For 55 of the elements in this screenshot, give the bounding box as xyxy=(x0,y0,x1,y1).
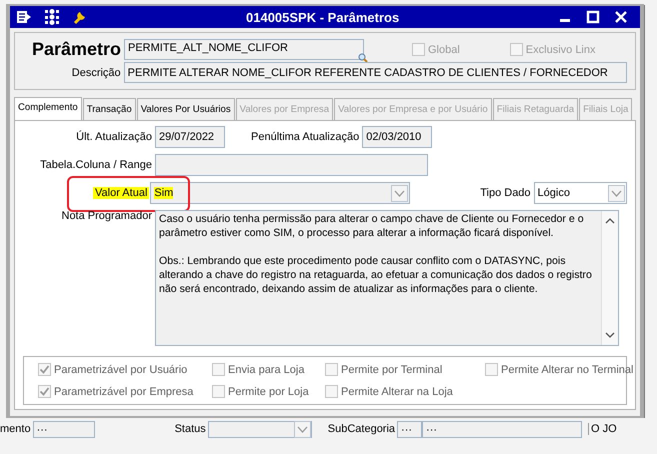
field-label: Penúltima Atualização xyxy=(251,131,360,143)
memo-field[interactable] xyxy=(155,210,619,346)
magnifier-icon[interactable] xyxy=(358,53,368,63)
checkbox[interactable] xyxy=(212,385,225,398)
list-arrow-icon[interactable] xyxy=(16,9,32,25)
dropdown[interactable]: Sim xyxy=(150,182,410,204)
paragraph: Caso o usuário tenha permissão para alterar o campo chave de Cliente ou Fornecedor e o parâmetro estiver como SIM, o processo para alterar a informação ficará disponível. xyxy=(159,212,585,240)
close-icon[interactable] xyxy=(614,10,628,24)
tab[interactable]: Complemento xyxy=(14,97,82,121)
checkbox-label: Envia para Loja xyxy=(228,364,304,376)
field-label: Últ. Atualização xyxy=(75,131,153,143)
checkbox-label: Parametrizável por Empresa xyxy=(54,386,194,398)
checkbox[interactable] xyxy=(412,43,425,56)
checkbox[interactable] xyxy=(325,385,338,398)
description-field[interactable]: PERMITE ALTERAR NOME_CLIFOR REFERENTE CADASTRO DE CLIENTES / FORNECEDOR xyxy=(124,62,627,83)
checkbox[interactable] xyxy=(485,363,498,376)
window-title: 014005SPK - Parâmetros xyxy=(245,10,400,24)
wrench-icon[interactable] xyxy=(72,9,88,25)
dropdown[interactable]: Lógico xyxy=(534,182,627,204)
checkbox[interactable] xyxy=(38,363,51,376)
checkbox-label: Global xyxy=(428,44,460,56)
date-field[interactable]: 29/07/2022 xyxy=(155,126,225,148)
checkbox-label: Permite por Loja xyxy=(228,386,309,398)
checkbox[interactable] xyxy=(325,363,338,376)
parameter-label: Parâmetro xyxy=(30,39,122,60)
dropdown[interactable] xyxy=(208,421,312,438)
check-icon xyxy=(39,364,50,375)
checkbox-label: Exclusivo Linx xyxy=(526,44,596,56)
checkbox[interactable] xyxy=(38,385,51,398)
checkbox[interactable] xyxy=(510,43,523,56)
checkbox-label: Permite por Terminal xyxy=(341,364,442,376)
field-label: SubCategoria xyxy=(328,423,396,435)
check-icon xyxy=(39,386,50,397)
cut-off-text: O JO xyxy=(588,423,617,435)
tab[interactable]: Valores Por Usuários xyxy=(136,98,235,120)
text-field[interactable]: ··· xyxy=(32,421,95,438)
field-label: Nota Programador xyxy=(60,210,153,222)
checkbox[interactable] xyxy=(212,363,225,376)
field-label: Status xyxy=(174,423,206,435)
checkbox-label: Parametrizável por Usuário xyxy=(54,364,188,376)
field-label: Valor Atual xyxy=(93,187,150,199)
field-label: Descrição xyxy=(70,66,122,78)
checkbox-label: Permite Alterar no Terminal xyxy=(501,364,634,376)
paragraph: Obs.: Lembrando que este procedimento pode causar conflito com o DATASYNC, pois alterando a chave do registro na retaguarda, ao efetuar a comunicação dos dados o registro não será encontrado, deixando assim de atualizar as informações para o cliente. xyxy=(159,254,593,296)
field-label: Tipo Dado xyxy=(480,187,531,199)
checkbox-label: Permite Alterar na Loja xyxy=(341,386,453,398)
text-field[interactable]: ··· xyxy=(422,421,582,438)
code-field[interactable]: ··· xyxy=(397,421,422,438)
date-field[interactable]: 02/03/2010 xyxy=(362,126,432,148)
maximize-icon[interactable] xyxy=(586,10,600,24)
field-label: Tabela.Coluna / Range xyxy=(39,159,153,171)
scrollbar[interactable] xyxy=(601,211,618,345)
text-field[interactable] xyxy=(155,154,428,176)
tab[interactable]: Transação xyxy=(82,98,136,120)
field-label: mento xyxy=(0,423,31,435)
